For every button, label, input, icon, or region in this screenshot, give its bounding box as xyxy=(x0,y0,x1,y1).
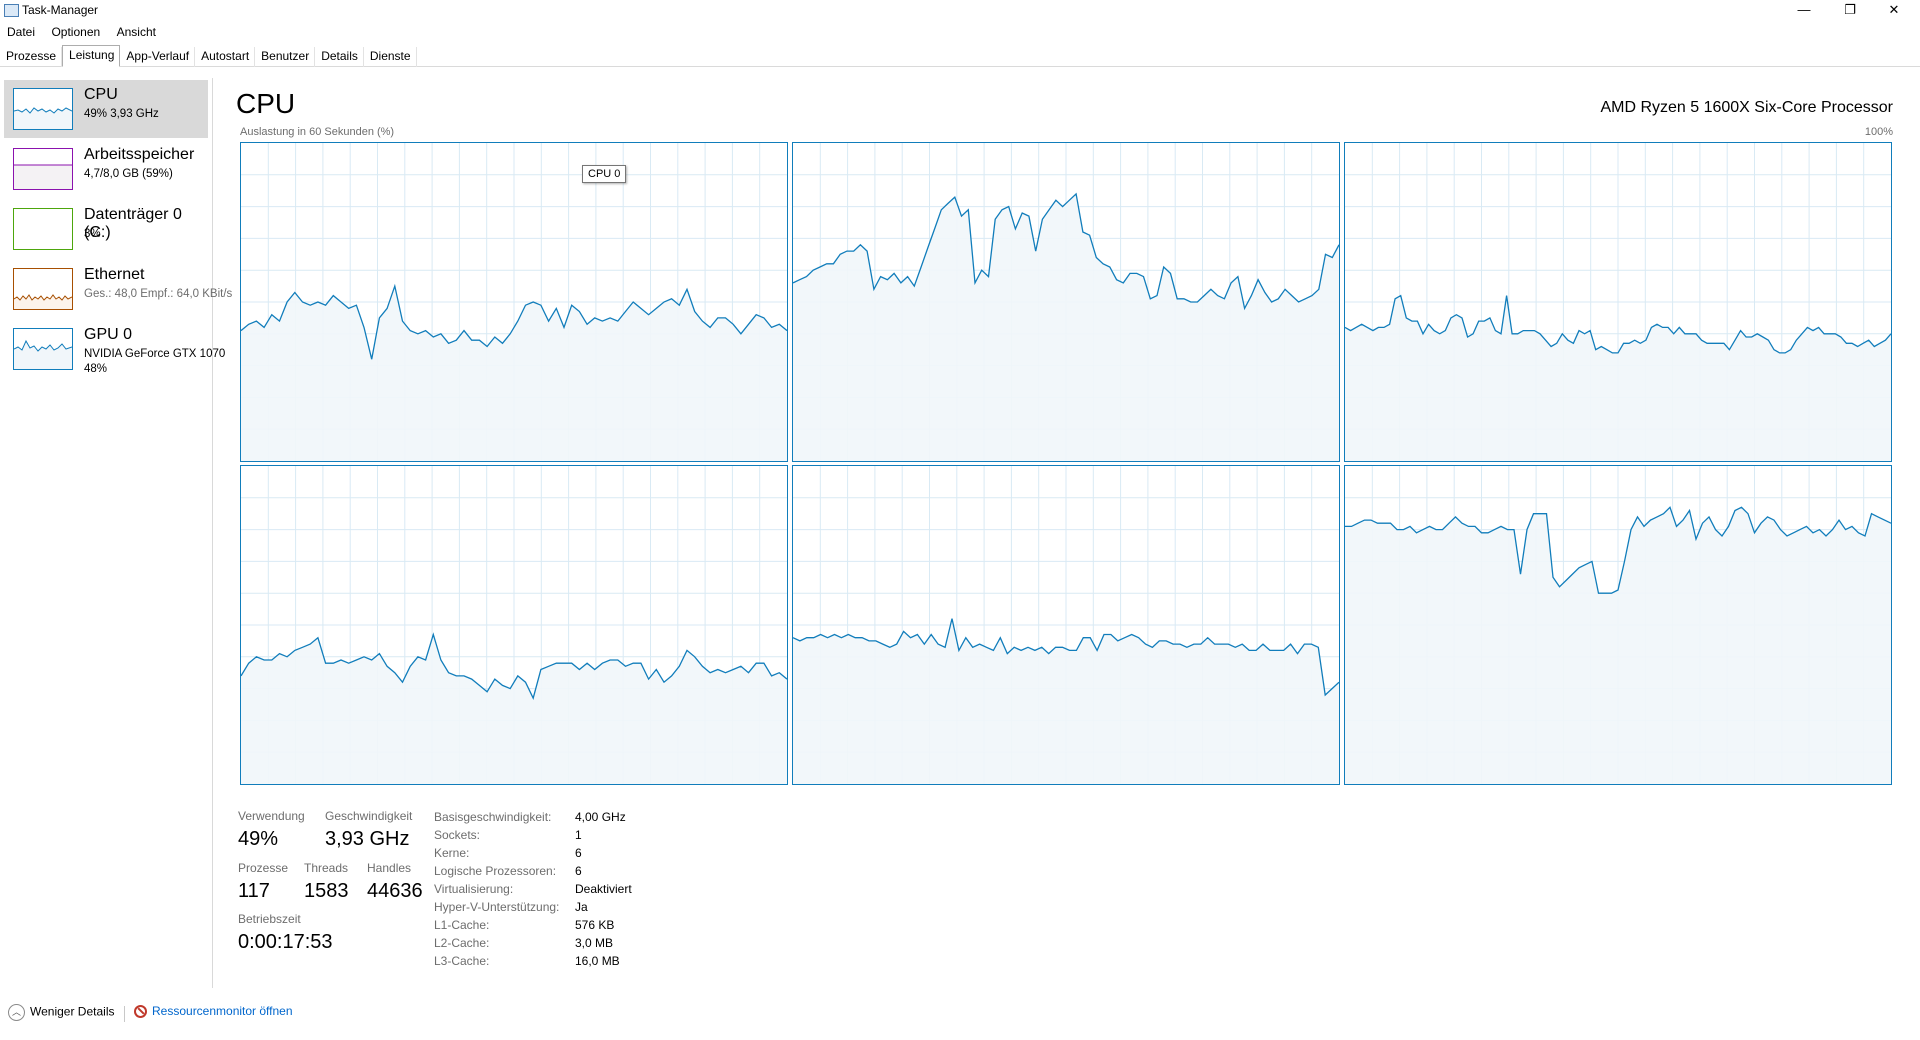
tab-dienste[interactable]: Dienste xyxy=(364,47,417,67)
sidebar-item-arbeitsspeicher[interactable]: Arbeitsspeicher 4,7/8,0 GB (59%) xyxy=(4,140,208,198)
threads-label: Threads xyxy=(304,861,349,875)
core-graph-svg xyxy=(241,466,787,784)
ethernet-thumbnail xyxy=(13,268,73,310)
detail-key: Hyper-V-Unterstützung: xyxy=(434,900,560,914)
tab-benutzer[interactable]: Benutzer xyxy=(255,47,316,67)
maximize-button[interactable]: ❐ xyxy=(1828,0,1872,22)
verwendung-label: Verwendung xyxy=(238,809,305,823)
betriebszeit-value: 0:00:17:53 xyxy=(238,931,333,953)
detail-value: 576 KB xyxy=(575,918,615,932)
core-graph-5[interactable] xyxy=(1344,465,1892,785)
sidebar-gpu-sub: NVIDIA GeForce GTX 1070 xyxy=(84,348,226,360)
core-graph-svg xyxy=(793,466,1339,784)
resource-monitor-icon xyxy=(134,1005,147,1019)
detail-key: L1-Cache: xyxy=(434,918,490,932)
tab-prozesse[interactable]: Prozesse xyxy=(0,47,63,67)
core-graph-svg xyxy=(241,143,787,461)
close-button[interactable]: ✕ xyxy=(1872,0,1916,22)
sidebar-memory-title: Arbeitsspeicher xyxy=(84,146,195,163)
detail-key: Logische Prozessoren: xyxy=(434,864,557,878)
detail-value: 1 xyxy=(575,828,582,842)
detail-key: Kerne: xyxy=(434,846,470,860)
core-graph-svg xyxy=(1345,466,1891,784)
cpu-thumbnail xyxy=(13,88,73,130)
sidebar-disk-sub: 3% xyxy=(84,228,101,240)
tab-autostart[interactable]: Autostart xyxy=(195,47,256,67)
detail-key: L3-Cache: xyxy=(434,954,490,968)
ressourcenmonitor-label: Ressourcenmonitor öffnen xyxy=(152,1004,293,1018)
detail-value: 3,0 MB xyxy=(575,936,614,950)
performance-sidebar: CPU 49% 3,93 GHz Arbeitsspeicher 4,7/8,0… xyxy=(0,78,232,988)
gpu-thumbnail xyxy=(13,328,73,370)
tab-bar: Prozesse Leistung App-Verlauf Autostart Benu… xyxy=(0,45,1920,67)
core-graph-svg xyxy=(793,143,1339,461)
sidebar-gpu-title: GPU 0 xyxy=(84,326,133,343)
core-graph-4[interactable] xyxy=(792,465,1340,785)
menu-bar: Datei Optionen Ansicht xyxy=(0,23,161,43)
geschwindigkeit-value: 3,93 GHz xyxy=(325,828,410,850)
sidebar-item-cpu[interactable]: CPU 49% 3,93 GHz xyxy=(4,80,208,138)
sidebar-ethernet-sub: Ges.: 48,0 Empf.: 64,0 KBit/s xyxy=(84,288,233,300)
detail-value: Deaktiviert xyxy=(575,882,632,896)
detail-value: 6 xyxy=(575,864,582,878)
detail-value: 6 xyxy=(575,846,582,860)
detail-key: Sockets: xyxy=(434,828,481,842)
window-title: Task-Manager xyxy=(22,3,99,17)
detail-value: Ja xyxy=(575,900,588,914)
chevron-up-icon: ︿ xyxy=(8,1004,25,1021)
page-title: CPU xyxy=(236,88,296,119)
graph-axis-label: Auslastung in 60 Sekunden (%) xyxy=(240,126,395,138)
footer-divider xyxy=(124,1006,125,1022)
memory-thumbnail xyxy=(13,148,73,190)
minimize-button[interactable]: — xyxy=(1782,0,1826,22)
geschwindigkeit-label: Geschwindigkeit xyxy=(325,809,413,823)
sidebar-cpu-title: CPU xyxy=(84,86,118,103)
sidebar-disk-title: Datenträger 0 (C:) xyxy=(84,206,182,241)
weniger-details-button[interactable]: ︿ Weniger Details xyxy=(8,1004,114,1021)
title-bar: Task-Manager — ❐ ✕ xyxy=(0,0,1920,22)
tab-leistung[interactable]: Leistung xyxy=(62,45,121,67)
sidebar-ethernet-title: Ethernet xyxy=(84,266,145,283)
footer: ︿ Weniger Details Ressourcenmonitor öffne… xyxy=(0,1000,1920,1030)
processor-name: AMD Ryzen 5 1600X Six-Core Processor xyxy=(1600,99,1893,116)
task-manager-icon xyxy=(4,4,19,17)
core-graph-0[interactable] xyxy=(240,142,788,462)
sidebar-cpu-sub: 49% 3,93 GHz xyxy=(84,108,159,120)
menu-ansicht[interactable]: Ansicht xyxy=(117,23,156,42)
core-graph-2[interactable] xyxy=(1344,142,1892,462)
core-graph-svg xyxy=(1345,143,1891,461)
prozesse-value: 117 xyxy=(238,880,270,902)
sidebar-memory-sub: 4,7/8,0 GB (59%) xyxy=(84,168,173,180)
betriebszeit-label: Betriebszeit xyxy=(238,912,301,926)
detail-key: L2-Cache: xyxy=(434,936,490,950)
prozesse-label: Prozesse xyxy=(238,861,289,875)
handles-label: Handles xyxy=(367,861,412,875)
threads-value: 1583 xyxy=(304,880,349,902)
menu-optionen[interactable]: Optionen xyxy=(51,23,100,42)
detail-value: 16,0 MB xyxy=(575,954,620,968)
sidebar-item-ethernet[interactable]: Ethernet Ges.: 48,0 Empf.: 64,0 KBit/s xyxy=(4,260,232,318)
detail-key: Virtualisierung: xyxy=(434,882,514,896)
graph-max-label: 100% xyxy=(1864,126,1893,138)
disk-thumbnail xyxy=(13,208,73,250)
sidebar-item-gpu[interactable]: GPU 0 NVIDIA GeForce GTX 1070 48% xyxy=(4,320,225,378)
verwendung-value: 49% xyxy=(238,828,279,850)
sidebar-item-datentraeger[interactable]: Datenträger 0 (C:) 3% xyxy=(4,200,208,258)
detail-value: 4,00 GHz xyxy=(575,810,626,824)
detail-key: Basisgeschwindigkeit: xyxy=(434,810,552,824)
sidebar-gpu-usage: 48% xyxy=(84,363,108,375)
core-graph-1[interactable] xyxy=(792,142,1340,462)
tab-details[interactable]: Details xyxy=(315,47,364,67)
core-graph-3[interactable] xyxy=(240,465,788,785)
weniger-details-label: Weniger Details xyxy=(30,1004,115,1019)
menu-datei[interactable]: Datei xyxy=(7,23,35,42)
tab-app-verlauf[interactable]: App-Verlauf xyxy=(120,47,196,67)
ressourcenmonitor-link[interactable]: Ressourcenmonitor öffnen xyxy=(134,1004,293,1019)
core-tooltip: CPU 0 xyxy=(582,165,627,183)
handles-value: 44636 xyxy=(367,880,423,902)
